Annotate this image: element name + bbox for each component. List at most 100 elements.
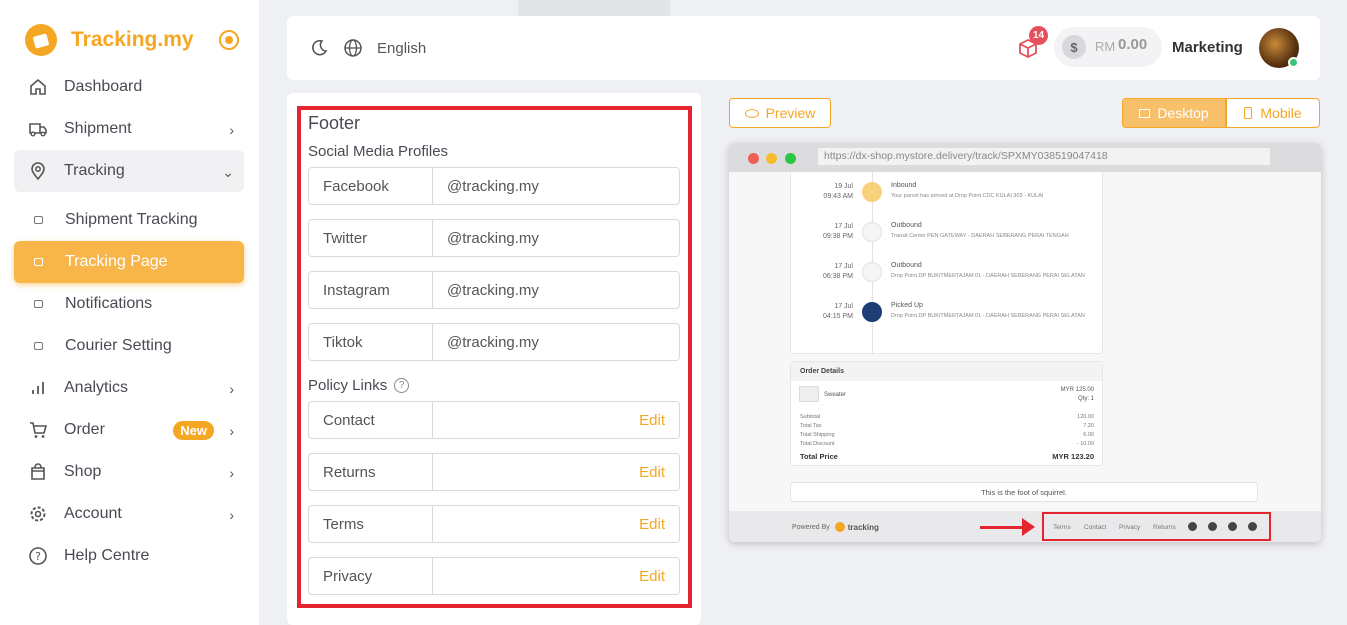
product-price: MYR 125.00 Qty: 1 xyxy=(1060,387,1094,402)
timeline-date: 19 Jul 09:43 AM xyxy=(823,183,853,200)
social-field-facebook: Facebook @tracking.my xyxy=(308,167,680,205)
field-label: Privacy xyxy=(309,558,433,594)
truck-icon xyxy=(28,119,48,139)
social-field-twitter: Twitter @tracking.my xyxy=(308,219,680,257)
preview-label: Preview xyxy=(765,105,816,121)
edit-returns-link[interactable]: Edit xyxy=(433,454,679,490)
sidebar-subitem-notifications[interactable]: Notifications xyxy=(14,283,244,325)
brand-logo[interactable]: Tracking.my xyxy=(25,24,194,56)
sidebar-item-help-centre[interactable]: ? Help Centre xyxy=(14,535,244,577)
home-icon xyxy=(28,77,48,97)
help-icon[interactable]: ? xyxy=(394,378,410,393)
sidebar-item-analytics[interactable]: Analytics › xyxy=(14,367,244,409)
wallet-balance[interactable]: $ RM 0.00 xyxy=(1054,27,1162,67)
timeline-desc: Transit Center PEN GATEWAY - DAERAH SEBE… xyxy=(891,233,1069,239)
tiktok-input[interactable]: @tracking.my xyxy=(433,324,679,360)
sidebar-item-shipment[interactable]: Shipment › xyxy=(14,108,244,150)
sidebar-item-label: Shipment xyxy=(64,120,132,137)
new-badge: New xyxy=(173,421,214,440)
bell-icon xyxy=(34,300,43,308)
sidebar-subitem-label: Shipment Tracking xyxy=(65,211,198,228)
list-icon xyxy=(34,216,43,224)
annotation-arrow-head xyxy=(1022,518,1035,536)
sidebar-item-label: Tracking xyxy=(64,162,125,179)
gear-icon xyxy=(28,504,48,524)
field-label: Twitter xyxy=(309,220,433,256)
policy-field-returns: Returns Edit xyxy=(308,453,680,491)
mobile-label: Mobile xyxy=(1260,105,1302,121)
url-bar: https://dx-shop.mystore.delivery/track/S… xyxy=(818,148,1270,165)
phone-icon xyxy=(1244,107,1253,119)
instagram-input[interactable]: @tracking.my xyxy=(433,272,679,308)
mobile-view-button[interactable]: Mobile xyxy=(1226,98,1320,128)
sidebar-subitem-label: Notifications xyxy=(65,295,153,312)
powered-by: Powered By tracking xyxy=(792,522,879,532)
sidebar-subitem-shipment-tracking[interactable]: Shipment Tracking xyxy=(14,199,244,241)
shopping-bag-icon xyxy=(28,462,48,482)
timeline-status: Outbound xyxy=(891,262,922,269)
globe-icon[interactable] xyxy=(343,38,363,63)
timeline-status: Picked Up xyxy=(891,302,923,309)
sidebar-item-account[interactable]: Account › xyxy=(14,493,244,535)
field-label: Returns xyxy=(309,454,433,490)
eye-icon xyxy=(744,108,759,118)
sidebar-item-label: Dashboard xyxy=(64,78,143,95)
sidebar-toggle-icon[interactable] xyxy=(219,30,239,50)
order-row: Total Discount - 10.00 xyxy=(800,441,1094,447)
chevron-right-icon: › xyxy=(229,465,234,481)
sidebar-item-order[interactable]: Order New › xyxy=(14,409,244,451)
sidebar: Tracking.my Dashboard Shipment › Trackin… xyxy=(0,0,259,625)
page-icon xyxy=(34,258,43,266)
user-name[interactable]: Marketing xyxy=(1172,39,1243,56)
sidebar-item-label: Account xyxy=(64,505,122,522)
close-dot-icon xyxy=(748,153,759,164)
footer-links-highlight xyxy=(1042,512,1271,541)
policy-field-terms: Terms Edit xyxy=(308,505,680,543)
top-bar: English 14 $ RM 0.00 Marketing xyxy=(287,16,1320,80)
timeline-date: 17 Jul 04:15 PM xyxy=(823,303,853,320)
browser-preview: https://dx-shop.mystore.delivery/track/S… xyxy=(729,143,1321,542)
edit-contact-link[interactable]: Edit xyxy=(433,402,679,438)
field-label: Facebook xyxy=(309,168,433,204)
notification-count-badge: 14 xyxy=(1029,26,1048,45)
brand-name: Tracking.my xyxy=(71,28,194,51)
facebook-input[interactable]: @tracking.my xyxy=(433,168,679,204)
policy-field-privacy: Privacy Edit xyxy=(308,557,680,595)
bar-chart-icon xyxy=(28,378,48,398)
edit-privacy-link[interactable]: Edit xyxy=(433,558,679,594)
desktop-view-button[interactable]: Desktop xyxy=(1122,98,1226,128)
annotation-arrow xyxy=(980,526,1028,529)
social-field-instagram: Instagram @tracking.my xyxy=(308,271,680,309)
sidebar-item-dashboard[interactable]: Dashboard xyxy=(14,66,244,108)
social-field-tiktok: Tiktok @tracking.my xyxy=(308,323,680,361)
twitter-input[interactable]: @tracking.my xyxy=(433,220,679,256)
order-details-card: Order Details Sweater MYR 125.00 Qty: 1 S… xyxy=(790,361,1103,466)
chevron-right-icon: › xyxy=(229,381,234,397)
preview-button[interactable]: Preview xyxy=(729,98,831,128)
browser-toolbar: https://dx-shop.mystore.delivery/track/S… xyxy=(729,143,1321,172)
chevron-down-icon: ⌄ xyxy=(222,164,234,180)
timeline-date: 17 Jul 06:38 PM xyxy=(823,263,853,280)
timeline-desc: Drop Point DP BUKITMERTAJAM 01 - DAERAH … xyxy=(891,313,1085,319)
sidebar-subitem-tracking-page[interactable]: Tracking Page xyxy=(14,241,244,283)
chevron-right-icon: › xyxy=(229,122,234,138)
sidebar-nav: Dashboard Shipment › Tracking ⌄ Shipment… xyxy=(14,66,244,577)
sidebar-subitem-courier-setting[interactable]: Courier Setting xyxy=(14,325,244,367)
minimize-dot-icon xyxy=(766,153,777,164)
currency-label: RM xyxy=(1095,39,1116,54)
language-selector[interactable]: English xyxy=(377,40,426,57)
sidebar-item-label: Help Centre xyxy=(64,547,150,564)
desktop-label: Desktop xyxy=(1157,105,1209,121)
timeline-date: 17 Jul 09:38 PM xyxy=(823,223,853,240)
inbound-node-icon xyxy=(862,182,882,202)
outbound-node-icon xyxy=(862,262,882,282)
sidebar-subitem-label: Courier Setting xyxy=(65,337,172,354)
svg-text:?: ? xyxy=(35,550,41,563)
sidebar-item-label: Order xyxy=(64,421,105,438)
sidebar-item-shop[interactable]: Shop › xyxy=(14,451,244,493)
section-title: Footer xyxy=(308,113,361,133)
dark-mode-moon-icon[interactable] xyxy=(309,38,329,63)
edit-terms-link[interactable]: Edit xyxy=(433,506,679,542)
policy-field-contact: Contact Edit xyxy=(308,401,680,439)
sidebar-item-tracking[interactable]: Tracking ⌄ xyxy=(14,150,244,192)
